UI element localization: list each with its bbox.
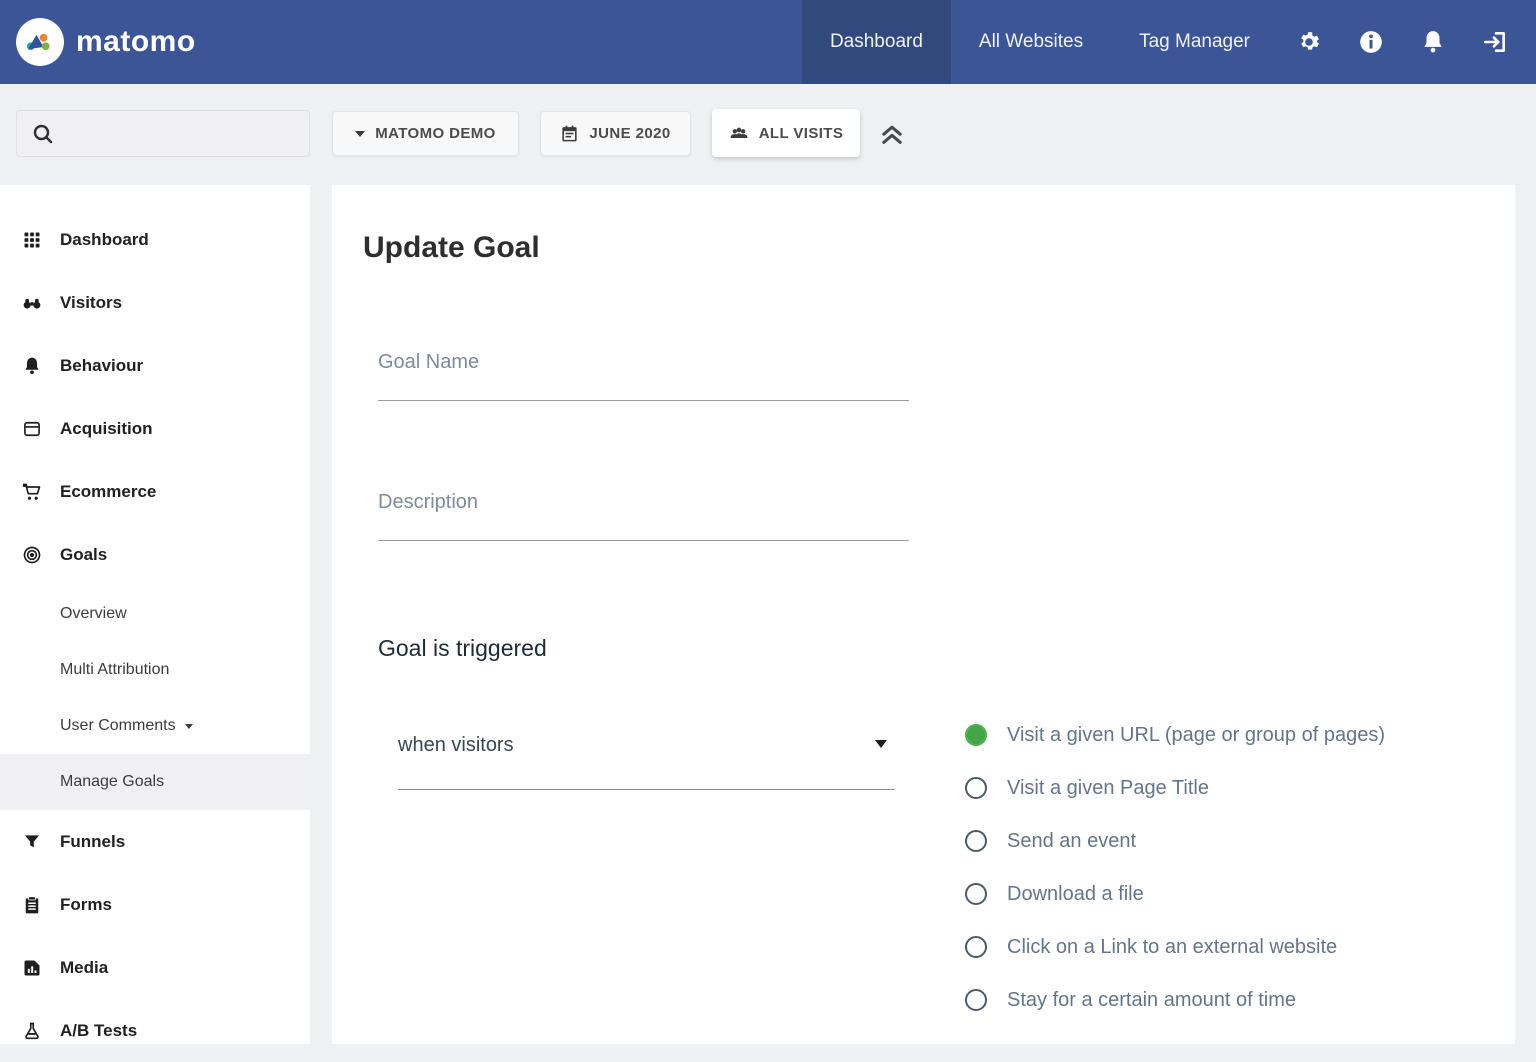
browser-window-icon [22, 419, 42, 439]
nav-tag-manager[interactable]: Tag Manager [1111, 0, 1278, 84]
sidebar-item-behaviour[interactable]: Behaviour [0, 334, 310, 397]
trigger-type-value: when visitors [398, 734, 514, 756]
all-visits-people-icon [729, 123, 749, 143]
sidebar-label: A/B Tests [60, 1021, 137, 1041]
radio-unselected-icon[interactable] [965, 777, 987, 799]
binoculars-icon [22, 293, 42, 313]
sidebar-subitem-multi-attribution[interactable]: Multi Attribution [0, 642, 310, 698]
radio-selected-icon[interactable] [965, 724, 987, 746]
chevron-down-icon [185, 724, 193, 729]
sidebar-label: Dashboard [60, 230, 149, 250]
target-icon [22, 545, 42, 565]
radio-option-visit-url[interactable]: Visit a given URL (page or group of page… [965, 723, 1385, 747]
date-range-label: JUNE 2020 [589, 125, 670, 142]
sidebar-label: Behaviour [60, 356, 143, 376]
radio-option-send-event[interactable]: Send an event [965, 829, 1136, 853]
radio-option-time-on-site[interactable]: Stay for a certain amount of time [965, 988, 1296, 1012]
sidebar-item-forms[interactable]: Forms [0, 873, 310, 936]
sidebar-label: Media [60, 958, 108, 978]
page-title: Update Goal [363, 231, 540, 265]
chevron-down-icon [355, 131, 365, 137]
sidebar-item-ecommerce[interactable]: Ecommerce [0, 460, 310, 523]
sidebar-item-acquisition[interactable]: Acquisition [0, 397, 310, 460]
matomo-logo[interactable]: matomo [0, 18, 196, 66]
clipboard-icon [22, 895, 42, 915]
description-field[interactable]: Description [378, 491, 478, 514]
trigger-select-underline [398, 789, 895, 790]
flask-icon [22, 1021, 42, 1041]
matomo-logo-icon [16, 18, 64, 66]
description-underline [378, 540, 909, 541]
sidebar-subitem-overview[interactable]: Overview [0, 586, 310, 642]
radio-unselected-icon[interactable] [965, 830, 987, 852]
funnel-icon [22, 832, 42, 852]
site-selector-label: MATOMO DEMO [375, 125, 496, 142]
date-range-button[interactable]: JUNE 2020 [540, 111, 691, 156]
grid-icon [22, 230, 42, 250]
sidebar-subitem-user-comments[interactable]: User Comments [0, 698, 310, 754]
radio-label: Download a file [1007, 883, 1144, 906]
info-icon[interactable] [1340, 0, 1402, 84]
radio-option-page-title[interactable]: Visit a given Page Title [965, 776, 1209, 800]
sidebar-sub-label: Overview [60, 605, 127, 623]
radio-label: Stay for a certain amount of time [1007, 989, 1296, 1012]
segment-label: ALL VISITS [759, 125, 844, 142]
sidebar-label: Funnels [60, 832, 125, 852]
select-caret-icon [875, 740, 887, 748]
radio-label: Visit a given Page Title [1007, 777, 1209, 800]
nav-dashboard[interactable]: Dashboard [802, 0, 951, 84]
sidebar-item-dashboard[interactable]: Dashboard [0, 208, 310, 271]
goal-name-field[interactable]: Goal Name [378, 351, 479, 374]
radio-label: Visit a given URL (page or group of page… [1007, 724, 1385, 747]
top-navbar: matomo Dashboard All Websites Tag Manage… [0, 0, 1536, 84]
sidebar-label: Goals [60, 545, 107, 565]
sidebar-item-visitors[interactable]: Visitors [0, 271, 310, 334]
radio-label: Send an event [1007, 830, 1136, 853]
radio-unselected-icon[interactable] [965, 936, 987, 958]
radio-unselected-icon[interactable] [965, 989, 987, 1011]
settings-gear-icon[interactable] [1278, 0, 1340, 84]
sidebar-sub-label: Manage Goals [60, 773, 164, 791]
calendar-icon [560, 124, 579, 143]
shopping-cart-icon [22, 482, 42, 502]
collapse-chevrons-icon[interactable] [878, 119, 906, 147]
sign-out-icon[interactable] [1464, 0, 1526, 84]
search-input[interactable] [16, 110, 310, 157]
sidebar-subitem-manage-goals[interactable]: Manage Goals [0, 754, 310, 810]
radio-label: Click on a Link to an external website [1007, 936, 1337, 959]
goal-name-underline [378, 400, 909, 401]
radio-option-download-file[interactable]: Download a file [965, 882, 1144, 906]
sidebar-item-ab-tests[interactable]: A/B Tests [0, 999, 310, 1062]
left-sidebar: Dashboard Visitors Behaviour Acquisition [0, 185, 310, 1044]
sidebar-label: Acquisition [60, 419, 153, 439]
media-chart-icon [22, 958, 42, 978]
sidebar-item-funnels[interactable]: Funnels [0, 810, 310, 873]
segment-selector-button[interactable]: ALL VISITS [712, 109, 860, 157]
sidebar-label: Ecommerce [60, 482, 156, 502]
radio-option-external-link[interactable]: Click on a Link to an external website [965, 935, 1337, 959]
brand-name: matomo [76, 25, 196, 59]
notifications-bell-icon[interactable] [1402, 0, 1464, 84]
bell-icon [22, 356, 42, 376]
sidebar-sub-label: User Comments [60, 717, 176, 735]
sidebar-label: Visitors [60, 293, 122, 313]
sidebar-label: Forms [60, 895, 112, 915]
sidebar-item-goals[interactable]: Goals [0, 523, 310, 586]
sidebar-item-media[interactable]: Media [0, 936, 310, 999]
main-content-card: Update Goal Goal Name Description Goal i… [332, 185, 1515, 1044]
site-selector-button[interactable]: MATOMO DEMO [332, 111, 519, 156]
nav-all-websites[interactable]: All Websites [951, 0, 1111, 84]
radio-unselected-icon[interactable] [965, 883, 987, 905]
search-icon [31, 122, 55, 146]
trigger-type-select[interactable]: when visitors [398, 734, 895, 757]
sidebar-sub-label: Multi Attribution [60, 661, 169, 679]
goal-triggered-heading: Goal is triggered [378, 635, 547, 662]
